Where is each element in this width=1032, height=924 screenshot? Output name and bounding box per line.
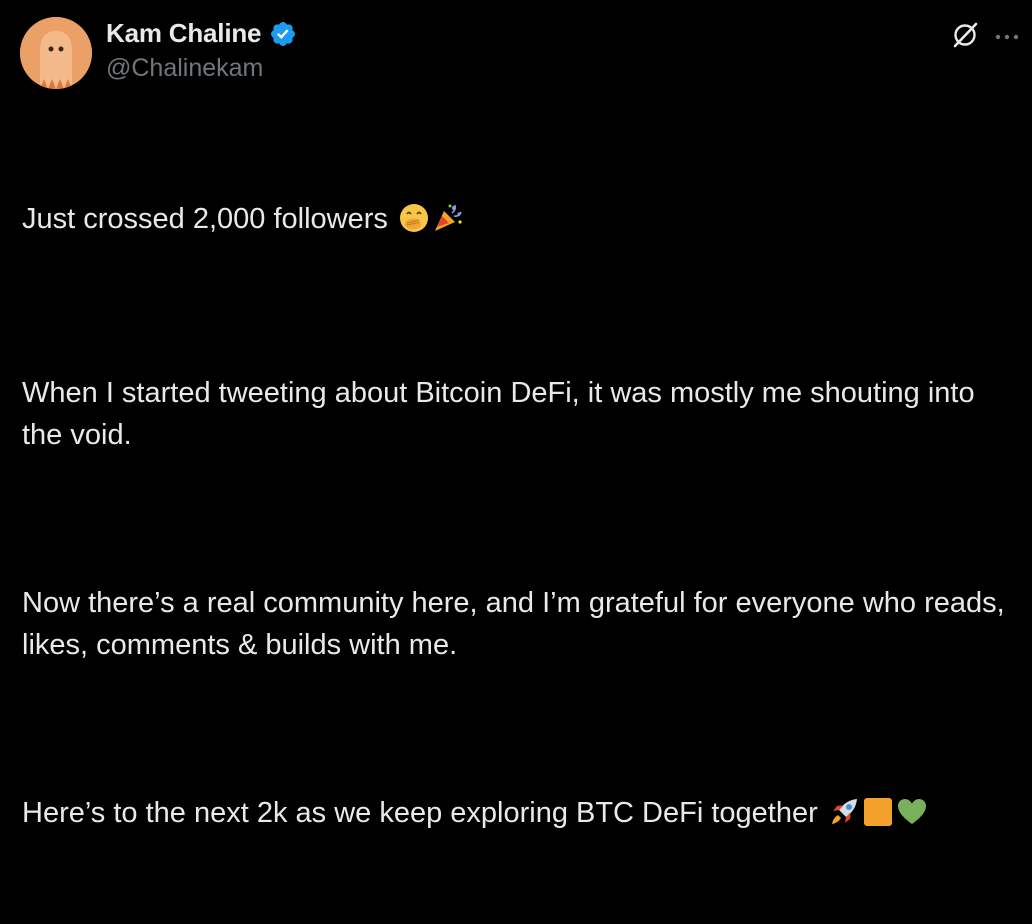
tweet-text: Just crossed 2,000 followers When I star…	[22, 114, 1012, 924]
tweet-card: Kam Chaline @Chalinekam Just crossed 2,0…	[0, 0, 1032, 829]
avatar[interactable]	[20, 17, 92, 89]
green-heart-emoji-icon	[896, 796, 928, 840]
author-handle[interactable]: @Chalinekam	[106, 54, 263, 83]
tweet-text-line: Just crossed 2,000 followers	[22, 203, 388, 235]
rocket-emoji-icon	[828, 796, 860, 840]
ghost-avatar-icon	[20, 17, 92, 89]
tweet-text-line: Here’s to the next 2k as we keep explori…	[22, 797, 818, 829]
verified-badge-icon[interactable]	[269, 20, 297, 48]
grok-icon[interactable]	[950, 20, 980, 55]
tweet-paragraph-1: Just crossed 2,000 followers	[22, 198, 1012, 246]
author-name-row: Kam Chaline	[106, 18, 297, 49]
party-popper-emoji-icon	[432, 202, 464, 246]
more-dots-icon[interactable]	[994, 29, 1020, 47]
hand-over-mouth-emoji-icon	[398, 202, 430, 246]
author-display-name[interactable]: Kam Chaline	[106, 18, 261, 49]
orange-square-emoji-icon	[862, 796, 894, 840]
tweet-paragraph-4: Here’s to the next 2k as we keep explori…	[22, 792, 1012, 840]
tweet-paragraph-2: When I started tweeting about Bitcoin De…	[22, 377, 983, 451]
top-actions	[950, 20, 1020, 55]
tweet-paragraph-3: Now there’s a real community here, and I…	[22, 587, 1013, 661]
